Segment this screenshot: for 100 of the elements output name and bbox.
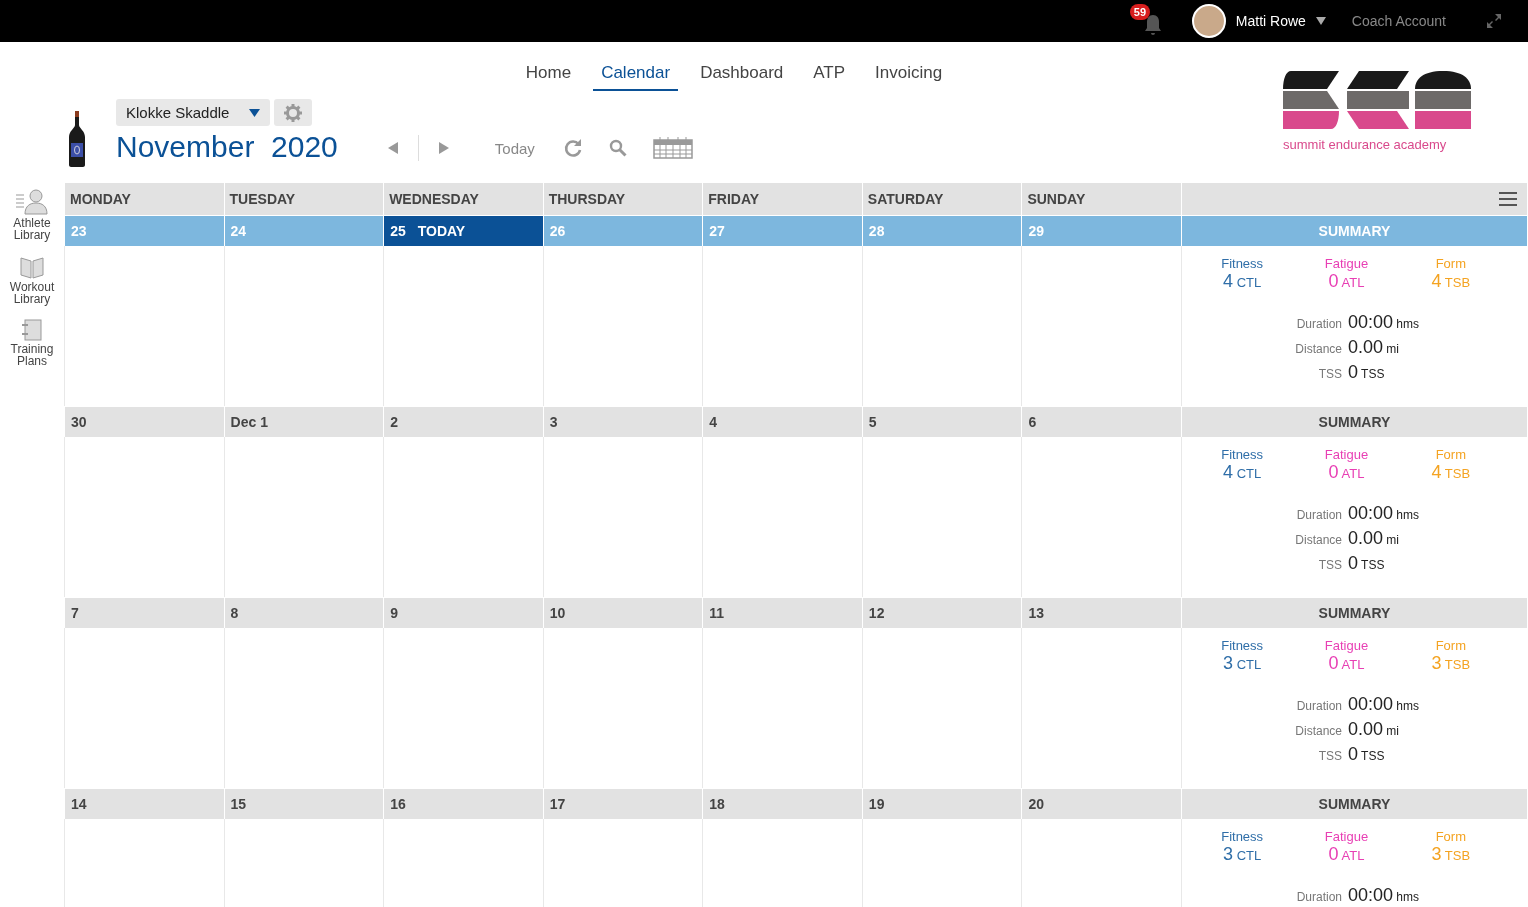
sidebar-item[interactable]: Training Plans [2,319,62,367]
stat-label: Distance [1294,724,1342,738]
date-header: 26 [542,216,703,246]
date-header: 9 [383,598,543,628]
search-icon[interactable] [608,139,627,157]
date-header: 24 [223,216,384,246]
stat-value: 0 TSS [1348,362,1386,383]
expand-icon[interactable] [1486,13,1502,29]
menu-icon[interactable] [1499,192,1517,206]
stat-value: 0.00 mi [1348,337,1401,358]
calendar-icon[interactable] [652,137,693,159]
today-button[interactable]: Today [494,139,535,157]
stat-value: 00:00 hms [1348,694,1421,715]
metric-label: Form [1435,256,1466,271]
metric-value: 4 CTL [1223,462,1262,483]
logo-tagline: summit endurance academy [1283,137,1447,152]
person-icon [16,189,48,215]
weekday-header: SUNDAY [1027,191,1086,207]
settings-button[interactable] [274,99,313,126]
metric-value: 4 TSB [1431,271,1471,292]
stat-label: TSS [1317,367,1342,381]
metric-value: 4 CTL [1223,271,1262,292]
metric-value: 0 ATL [1328,844,1365,865]
date-header: 16 [383,789,543,819]
metric-value: 0 ATL [1328,462,1365,483]
metric-label: Form [1435,447,1466,462]
date-header: 3 [542,407,703,437]
binder-icon [21,319,43,341]
stat-value: 0 TSS [1348,553,1386,574]
stat-value: 00:00 hms [1348,885,1421,906]
stat-label: Duration [1295,317,1342,331]
stat-label: Duration [1295,890,1342,904]
nav-tab[interactable]: Home [517,60,580,91]
sidebar-item[interactable]: Athlete Library [2,189,62,241]
book-icon [20,255,44,279]
stat-value: 0.00 mi [1348,528,1401,549]
notification-badge: 59 [1129,4,1151,20]
stat-label: TSS [1317,558,1342,572]
date-header: 11 [702,598,862,628]
stat-value: 00:00 hms [1348,312,1421,333]
caret-icon [249,108,261,117]
summary-header: SUMMARY [1181,789,1527,819]
athlete-select[interactable]: Klokke Skaddle [116,99,271,126]
weekday-header: MONDAY [70,191,131,207]
weekday-header: THURSDAY [548,191,626,207]
metric-label: Fatigue [1324,638,1369,653]
metric-label: Fitness [1221,829,1264,844]
refresh-icon[interactable] [562,138,583,158]
date-header: 23 [64,216,224,246]
metric-label: Fitness [1221,638,1264,653]
bell-icon[interactable] [1142,14,1163,36]
next-icon[interactable] [438,142,449,154]
stat-value: 0 TSS [1348,744,1386,765]
date-header: 8 [223,598,384,628]
stat-value: 00:00 hms [1348,503,1421,524]
date-header: 7 [64,598,224,628]
date-header: 29 [1021,216,1181,246]
summary-header: SUMMARY [1181,216,1527,246]
date-header: 30 [64,407,224,437]
stat-label: TSS [1317,749,1342,763]
metric-label: Fatigue [1324,829,1369,844]
metric-value: 3 TSB [1431,844,1471,865]
metric-value: 0 ATL [1328,653,1365,674]
date-header: 20 [1021,789,1181,819]
metric-value: 0 ATL [1328,271,1365,292]
weekday-header: SATURDAY [867,191,944,207]
date-header: 13 [1021,598,1181,628]
date-header: 14 [64,789,224,819]
summary-header: SUMMARY [1181,598,1527,628]
date-header: 27 [702,216,862,246]
stat-label: Distance [1294,342,1342,356]
sidebar-item[interactable]: Workout Library [2,255,62,305]
nav-tab[interactable]: Calendar [593,60,679,91]
user-menu[interactable]: Matti Rowe [1235,13,1306,29]
metric-value: 3 TSB [1431,653,1471,674]
avatar[interactable] [1191,4,1226,38]
date-header: 19 [861,789,1022,819]
date-header: 2 [383,407,543,437]
date-header: 28 [861,216,1022,246]
metric-label: Form [1435,829,1466,844]
caret-icon[interactable] [1315,17,1326,25]
nav-tab[interactable]: Dashboard [692,60,792,91]
stat-label: Duration [1295,699,1342,713]
nav-tab[interactable]: Invoicing [867,60,951,91]
date-header: 18 [702,789,862,819]
nav-tab[interactable]: ATP [805,60,854,91]
account-link[interactable]: Coach Account [1351,13,1446,29]
metric-label: Fitness [1221,447,1264,462]
previous-icon[interactable] [387,142,398,154]
metric-label: Fatigue [1324,447,1369,462]
metric-label: Form [1435,638,1466,653]
bottle-icon [68,111,86,167]
date-header: 15 [223,789,384,819]
weekday-header: TUESDAY [229,191,296,207]
date-header: 17 [542,789,703,819]
metric-label: Fitness [1221,256,1264,271]
date-header: 5 [861,407,1022,437]
stat-value: 0.00 mi [1348,719,1401,740]
month-title: November 2020 [116,130,338,164]
metric-value: 3 CTL [1223,653,1262,674]
